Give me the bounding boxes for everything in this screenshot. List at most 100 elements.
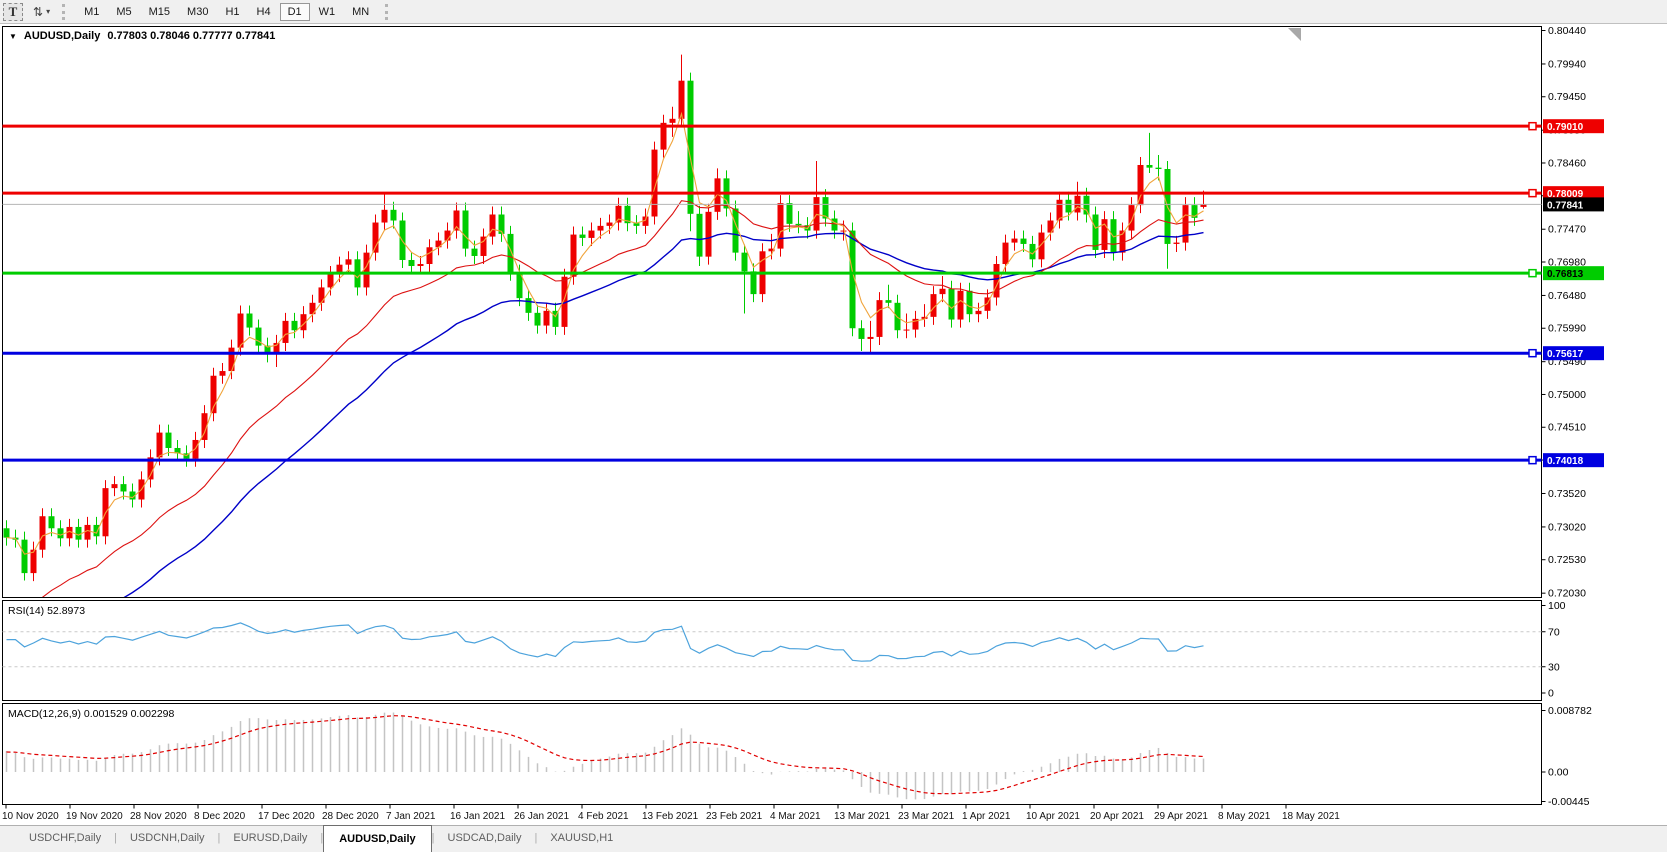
chart-symbol-label: AUDUSD,Daily [24, 30, 100, 42]
price-line-badge-label: 0.74018 [1547, 456, 1584, 467]
main-panel [3, 27, 1542, 598]
candle-down [859, 328, 865, 339]
tab-usdcnh[interactable]: USDCNH,Daily [117, 826, 218, 852]
timeframe-button-m15[interactable]: M15 [141, 3, 178, 21]
toolbar: T ⇅ ▾ M1M5M15M30H1H4D1W1MN [0, 0, 1667, 24]
rsi-tick-label: 0 [1548, 688, 1554, 700]
line-handle[interactable] [1529, 457, 1536, 464]
timeframe-button-m1[interactable]: M1 [76, 3, 107, 21]
price-tick-label: 0.80440 [1548, 25, 1586, 37]
ohlc-open: 0.77803 [107, 30, 147, 42]
candle-down [949, 289, 955, 320]
rsi-tick-label: 30 [1548, 661, 1560, 673]
candle-up [382, 210, 388, 223]
candle-down [1156, 168, 1162, 169]
tab-audusd[interactable]: AUDUSD,Daily [323, 825, 431, 852]
price-line-badge-label: 0.75617 [1547, 349, 1584, 360]
candle-down [76, 527, 82, 540]
macd-tick-label: -0.00445 [1548, 796, 1590, 808]
timeframe-button-m30[interactable]: M30 [179, 3, 216, 21]
tab-usdchf[interactable]: USDCHF,Daily [16, 826, 114, 852]
candle-up [346, 259, 352, 264]
symbol-tabbar: USDCHF,Daily|USDCNH,Daily|EURUSD,Daily|A… [0, 825, 1667, 852]
drawing-tools-button[interactable]: ⇅ ▾ [29, 3, 54, 21]
timeframe-button-w1[interactable]: W1 [311, 3, 344, 21]
ohlc-low: 0.77777 [193, 30, 233, 42]
candle-down [409, 260, 415, 266]
candle-down [4, 528, 10, 537]
candle-up [1129, 205, 1135, 230]
text-tool-button[interactable]: T [3, 3, 23, 21]
price-tick-label: 0.77470 [1548, 224, 1586, 236]
tab-xauusd[interactable]: XAUUSD,H1 [537, 826, 626, 852]
tab-eurusd[interactable]: EURUSD,Daily [220, 826, 320, 852]
timeframe-button-d1[interactable]: D1 [280, 3, 310, 21]
candle-up [904, 330, 910, 331]
date-label: 8 May 2021 [1218, 811, 1271, 822]
candle-up [238, 314, 244, 348]
candle-up [427, 247, 433, 264]
date-label: 10 Nov 2020 [2, 811, 59, 822]
chart-canvas[interactable]: 0.804400.799400.794500.789500.784600.779… [0, 0, 1667, 852]
date-axis: 10 Nov 202019 Nov 202028 Nov 20208 Dec 2… [2, 805, 1340, 823]
candle-down [463, 210, 469, 248]
candle-up [373, 223, 379, 253]
ohlc-close: 0.77841 [236, 30, 276, 42]
tab-usdcad[interactable]: USDCAD,Daily [435, 826, 535, 852]
candle-up [40, 516, 46, 549]
date-label: 13 Mar 2021 [834, 811, 891, 822]
price-line-badge-label: 0.77841 [1547, 200, 1584, 211]
collapse-chart-icon[interactable]: ▼ [9, 32, 17, 41]
price-tick-label: 0.75000 [1548, 389, 1586, 401]
candle-up [220, 371, 226, 376]
timeframe-button-mn[interactable]: MN [344, 3, 377, 21]
candle-up [544, 311, 550, 326]
timeframe-button-m5[interactable]: M5 [108, 3, 139, 21]
date-label: 19 Nov 2020 [66, 811, 123, 822]
date-label: 18 May 2021 [1282, 811, 1340, 822]
macd-label: MACD(12,26,9) 0.001529 0.002298 [8, 708, 175, 720]
candle-up [940, 289, 946, 294]
candle-up [1012, 239, 1018, 243]
macd-axis: 0.0087820.00-0.00445 [1542, 705, 1592, 808]
date-label: 7 Jan 2021 [386, 811, 436, 822]
candle-down [247, 314, 253, 328]
candle-down [94, 525, 100, 536]
candle-down [796, 224, 802, 225]
candle-down [733, 208, 739, 252]
candle-up [868, 337, 874, 339]
price-line-badge-label: 0.76813 [1547, 269, 1584, 280]
arrows-icon: ⇅ [33, 5, 43, 19]
candle-up [490, 214, 496, 236]
date-label: 29 Apr 2021 [1154, 811, 1208, 822]
candle-down [751, 271, 757, 294]
ohlc-high: 0.78046 [150, 30, 190, 42]
timeframe-button-h1[interactable]: H1 [217, 3, 247, 21]
line-handle[interactable] [1529, 123, 1536, 130]
date-label: 26 Jan 2021 [514, 811, 569, 822]
date-label: 20 Apr 2021 [1090, 811, 1144, 822]
line-handle[interactable] [1529, 350, 1536, 357]
candle-down [121, 484, 127, 491]
macd-tick-label: 0.008782 [1548, 705, 1592, 717]
line-handle[interactable] [1529, 190, 1536, 197]
candle-down [886, 300, 892, 303]
rsi-label: RSI(14) 52.8973 [8, 605, 85, 617]
date-label: 8 Dec 2020 [194, 811, 246, 822]
candle-down [1093, 214, 1099, 249]
price-tick-label: 0.74510 [1548, 422, 1586, 434]
candle-up [589, 231, 595, 238]
candle-down [832, 219, 838, 231]
candle-down [742, 253, 748, 272]
candle-up [598, 226, 604, 231]
candle-up [157, 433, 163, 458]
candle-down [1084, 196, 1090, 215]
line-handle[interactable] [1529, 270, 1536, 277]
price-line-badge-label: 0.79010 [1547, 122, 1584, 133]
candle-up [607, 223, 613, 226]
candle-up [418, 264, 424, 266]
candle-down [1021, 239, 1027, 244]
timeframe-button-h4[interactable]: H4 [249, 3, 279, 21]
price-tick-label: 0.75990 [1548, 323, 1586, 335]
price-tick-label: 0.72530 [1548, 554, 1586, 566]
